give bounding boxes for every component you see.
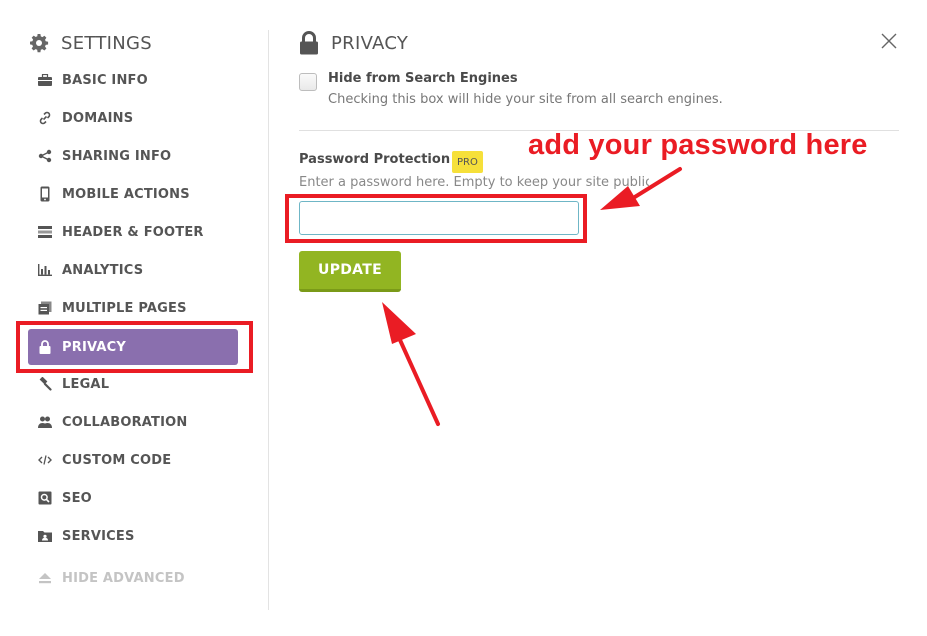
update-button[interactable]: UPDATE [299, 251, 401, 292]
sidebar-item-label: MULTIPLE PAGES [62, 300, 187, 316]
sidebar-item-header-footer[interactable]: HEADER & FOOTER [28, 214, 238, 250]
sidebar-item-label: LEGAL [62, 376, 110, 392]
users-icon [38, 415, 52, 429]
sidebar-item-collaboration[interactable]: COLLABORATION [28, 404, 238, 440]
share-icon [38, 149, 52, 163]
hide-advanced-toggle[interactable]: HIDE ADVANCED [28, 560, 238, 596]
eject-icon [38, 571, 52, 585]
pages-icon [38, 301, 52, 315]
privacy-highlight-box [16, 321, 253, 373]
gavel-icon [38, 377, 52, 391]
sidebar-item-sharing-info[interactable]: SHARING INFO [28, 138, 238, 174]
sidebar-title: SETTINGS [61, 32, 153, 54]
mobile-icon [38, 186, 52, 202]
header-footer-icon [38, 225, 52, 239]
sidebar-item-label: BASIC INFO [62, 72, 148, 88]
bar-chart-icon [38, 263, 52, 277]
lock-icon [300, 31, 318, 55]
hide-from-search-help: Checking this box will hide your site fr… [328, 92, 723, 107]
sidebar-item-label: ANALYTICS [62, 262, 144, 278]
settings-sidebar: SETTINGS BASIC INFO DOMAINS SHARING INFO… [0, 0, 268, 636]
sidebar-item-label: MOBILE ACTIONS [62, 186, 190, 202]
page-title: PRIVACY [331, 32, 409, 54]
sidebar-item-custom-code[interactable]: CUSTOM CODE [28, 442, 238, 478]
annotation-text: add your password here [528, 129, 868, 161]
sidebar-item-label: COLLABORATION [62, 414, 188, 430]
page-header: PRIVACY [299, 30, 408, 56]
sidebar-item-analytics[interactable]: ANALYTICS [28, 252, 238, 288]
sidebar-item-domains[interactable]: DOMAINS [28, 100, 238, 136]
close-icon[interactable] [880, 32, 898, 50]
password-protection-label: Password Protection [299, 152, 451, 167]
sidebar-item-label: DOMAINS [62, 110, 134, 126]
sidebar-item-basic-info[interactable]: BASIC INFO [28, 62, 238, 98]
sidebar-divider [268, 30, 269, 610]
password-highlight-box [285, 194, 587, 243]
hide-from-search-label: Hide from Search Engines [328, 71, 518, 86]
sidebar-header: SETTINGS [29, 31, 152, 55]
pro-badge: PRO [452, 151, 483, 173]
briefcase-icon [38, 73, 52, 87]
sidebar-item-label: SEO [62, 490, 92, 506]
gear-icon [30, 34, 49, 53]
sidebar-item-label: SHARING INFO [62, 148, 172, 164]
sidebar-item-services[interactable]: SERVICES [28, 518, 238, 554]
sidebar-item-label: SERVICES [62, 528, 135, 544]
hide-from-search-checkbox[interactable] [299, 73, 317, 91]
sidebar-item-seo[interactable]: SEO [28, 480, 238, 516]
code-icon [38, 453, 52, 467]
sidebar-item-mobile-actions[interactable]: MOBILE ACTIONS [28, 176, 238, 212]
sidebar-item-label: CUSTOM CODE [62, 452, 172, 468]
arrow-to-input-icon [600, 167, 682, 210]
services-icon [38, 529, 52, 543]
link-icon [38, 111, 52, 125]
seo-icon [38, 491, 52, 505]
sidebar-item-label: HEADER & FOOTER [62, 224, 204, 240]
arrow-to-update-icon [382, 302, 440, 426]
hide-advanced-label: HIDE ADVANCED [62, 570, 185, 586]
